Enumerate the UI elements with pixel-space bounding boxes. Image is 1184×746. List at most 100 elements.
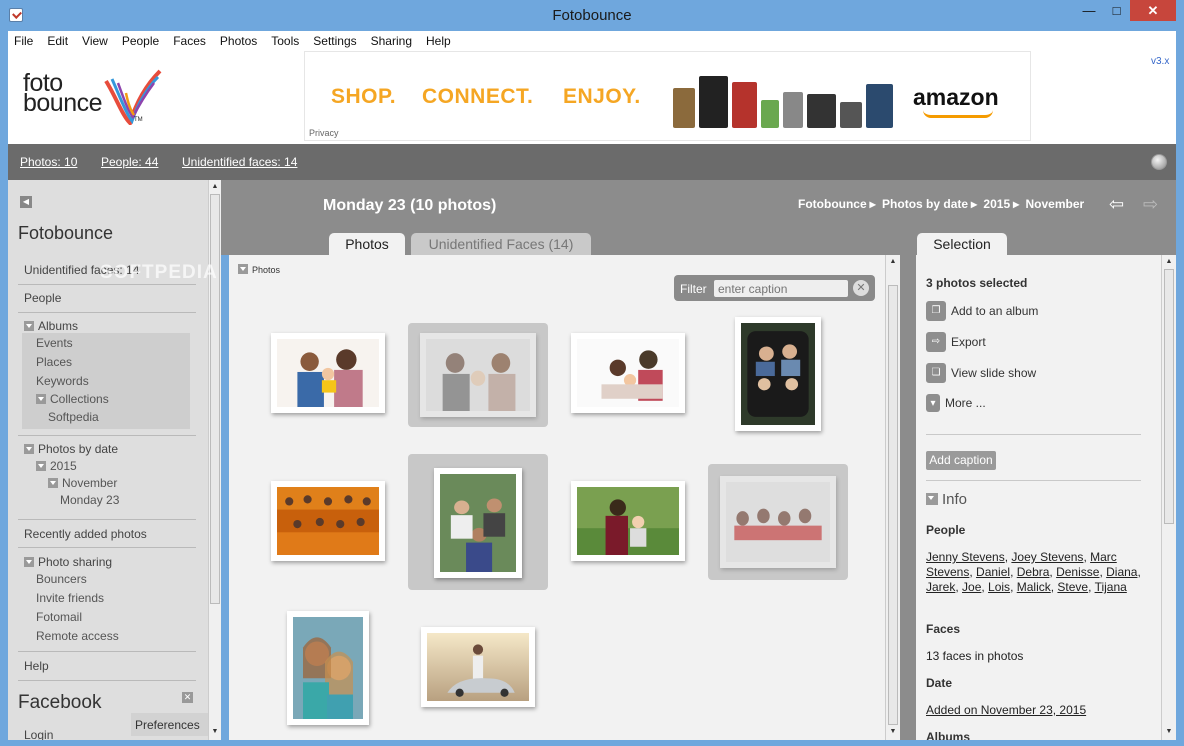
sidebar-item-events[interactable]: Events	[36, 336, 73, 350]
scroll-down-icon[interactable]: ▼	[887, 726, 899, 738]
sidebar-item-people[interactable]: People	[24, 291, 61, 305]
advertisement[interactable]: SHOP. CONNECT. ENJOY. amazon Privacy	[304, 51, 1031, 141]
person-link[interactable]: Joey Stevens	[1011, 550, 1083, 564]
scroll-down-icon[interactable]: ▼	[1163, 726, 1175, 738]
selected-photo-frame[interactable]	[708, 464, 848, 580]
person-link[interactable]: Diana	[1106, 565, 1137, 579]
maximize-button[interactable]: □	[1103, 0, 1130, 21]
breadcrumb-photos-by-date[interactable]: Photos by date	[882, 197, 968, 211]
forward-arrow-icon[interactable]: ⇨	[1143, 194, 1158, 215]
sidebar-item-help[interactable]: Help	[24, 659, 49, 673]
add-caption-button[interactable]: Add caption	[926, 451, 996, 470]
selected-photo-frame[interactable]	[408, 323, 548, 427]
scroll-down-icon[interactable]: ▼	[209, 726, 221, 738]
menu-view[interactable]: View	[82, 34, 108, 48]
back-arrow-icon[interactable]: ⇦	[1109, 194, 1124, 215]
sidebar-item-invite-friends[interactable]: Invite friends	[36, 591, 104, 605]
person-link[interactable]: Steve	[1057, 580, 1088, 594]
expand-arrow-icon[interactable]	[48, 478, 58, 488]
expand-arrow-icon[interactable]	[24, 321, 34, 331]
menu-people[interactable]: People	[122, 34, 159, 48]
sidebar-item-albums[interactable]: Albums	[24, 319, 78, 333]
photos-section-toggle[interactable]: Photos	[238, 264, 280, 275]
expand-arrow-icon[interactable]	[24, 444, 34, 454]
menu-faces[interactable]: Faces	[173, 34, 206, 48]
more-button[interactable]: ▾ More ...	[926, 394, 986, 412]
slide-show-button[interactable]: ❏ View slide show	[926, 363, 1036, 383]
scroll-up-icon[interactable]: ▲	[1163, 256, 1175, 268]
expand-arrow-icon[interactable]	[36, 461, 46, 471]
photo-thumbnail[interactable]	[287, 611, 369, 725]
photo-thumbnail[interactable]	[271, 333, 385, 413]
breadcrumb-month[interactable]: November	[1026, 197, 1085, 211]
menu-file[interactable]: File	[14, 34, 33, 48]
sidebar-item-photos-by-date[interactable]: Photos by date	[24, 442, 118, 456]
sidebar-item-remote-access[interactable]: Remote access	[36, 629, 119, 643]
scroll-up-icon[interactable]: ▲	[209, 181, 221, 193]
scrollbar-thumb[interactable]	[210, 194, 220, 604]
sidebar-item-softpedia[interactable]: Softpedia	[48, 410, 99, 424]
expand-arrow-icon[interactable]	[36, 394, 46, 404]
tab-unidentified-faces[interactable]: Unidentified Faces (14)	[411, 233, 591, 255]
photo-grid-scrollbar[interactable]: ▲ ▼	[885, 255, 900, 740]
menu-settings[interactable]: Settings	[313, 34, 356, 48]
expand-arrow-icon[interactable]	[238, 264, 248, 274]
photo-thumbnail[interactable]	[421, 627, 535, 707]
people-count-link[interactable]: People: 44	[101, 155, 158, 169]
clear-filter-icon[interactable]: ✕	[853, 280, 869, 296]
unidentified-faces-link[interactable]: Unidentified faces: 14	[182, 155, 297, 169]
person-link[interactable]: Malick	[1017, 580, 1051, 594]
photo-thumbnail[interactable]	[720, 476, 836, 568]
preferences-button[interactable]: Preferences	[131, 713, 208, 736]
person-link[interactable]: Daniel	[976, 565, 1010, 579]
expand-arrow-icon[interactable]	[926, 493, 938, 505]
sidebar-item-month[interactable]: November	[48, 476, 117, 490]
person-link[interactable]: Debra	[1017, 565, 1050, 579]
status-indicator-icon[interactable]	[1151, 154, 1167, 170]
export-button[interactable]: ⇨ Export	[926, 332, 986, 352]
collapse-sidebar-icon[interactable]: ◀	[20, 196, 32, 208]
person-link[interactable]: Lois	[988, 580, 1010, 594]
photo-thumbnail[interactable]	[571, 333, 685, 413]
scrollbar-thumb[interactable]	[1164, 269, 1174, 524]
photo-thumbnail[interactable]	[571, 481, 685, 561]
photo-thumbnail[interactable]	[271, 481, 385, 561]
scroll-up-icon[interactable]: ▲	[887, 256, 899, 268]
sidebar-item-places[interactable]: Places	[36, 355, 72, 369]
person-link[interactable]: Tijana	[1095, 580, 1127, 594]
version-link[interactable]: v3.x	[1151, 56, 1169, 67]
menu-photos[interactable]: Photos	[220, 34, 257, 48]
tab-photos[interactable]: Photos	[329, 233, 405, 255]
person-link[interactable]: Joe	[962, 580, 981, 594]
breadcrumb-fotobounce[interactable]: Fotobounce	[798, 197, 867, 211]
photo-thumbnail[interactable]	[434, 468, 522, 578]
photo-thumbnail[interactable]	[735, 317, 821, 431]
sidebar-item-bouncers[interactable]: Bouncers	[36, 572, 87, 586]
sidebar-item-fotomail[interactable]: Fotomail	[36, 610, 82, 624]
sidebar-item-collections[interactable]: Collections	[36, 392, 109, 406]
scrollbar-thumb[interactable]	[888, 285, 898, 725]
photos-count-link[interactable]: Photos: 10	[20, 155, 77, 169]
sidebar-item-photo-sharing[interactable]: Photo sharing	[24, 555, 112, 569]
selected-photo-frame[interactable]	[408, 454, 548, 590]
person-link[interactable]: Jarek	[926, 580, 955, 594]
selection-panel-scrollbar[interactable]: ▲ ▼	[1161, 255, 1176, 740]
photo-thumbnail[interactable]	[420, 333, 536, 417]
close-facebook-icon[interactable]: ✕	[182, 692, 193, 703]
date-link[interactable]: Added on November 23, 2015	[926, 703, 1086, 717]
facebook-login-link[interactable]: Login	[24, 728, 53, 740]
menu-help[interactable]: Help	[426, 34, 451, 48]
person-link[interactable]: Denisse	[1056, 565, 1099, 579]
minimize-button[interactable]: —	[1075, 0, 1103, 21]
menu-tools[interactable]: Tools	[271, 34, 299, 48]
sidebar-item-year[interactable]: 2015	[36, 459, 77, 473]
close-button[interactable]: ✕	[1130, 0, 1176, 21]
sidebar-item-keywords[interactable]: Keywords	[36, 374, 89, 388]
sidebar-item-day[interactable]: Monday 23	[60, 493, 119, 507]
info-toggle[interactable]: Info	[926, 491, 967, 508]
add-to-album-button[interactable]: ❐ Add to an album	[926, 301, 1038, 321]
person-link[interactable]: Jenny Stevens	[926, 550, 1005, 564]
ad-privacy-link[interactable]: Privacy	[309, 128, 339, 138]
menu-sharing[interactable]: Sharing	[371, 34, 412, 48]
menu-edit[interactable]: Edit	[47, 34, 68, 48]
